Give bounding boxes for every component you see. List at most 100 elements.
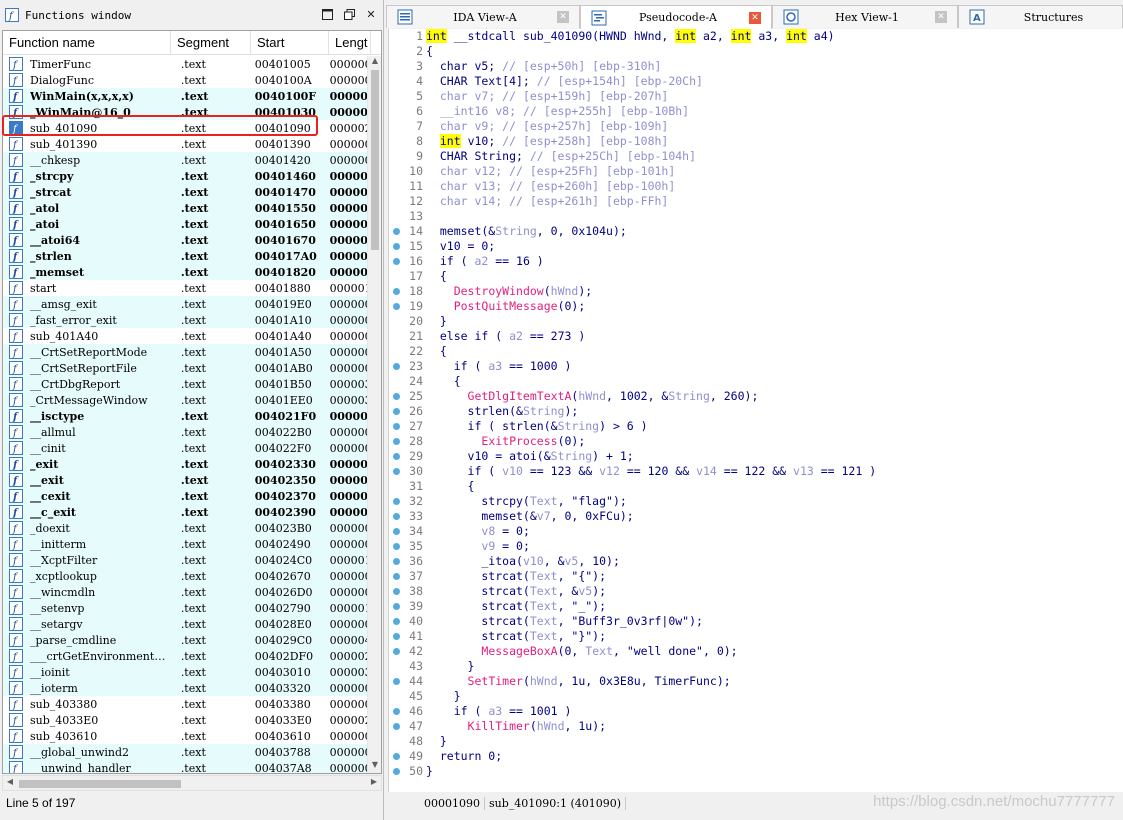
function-row[interactable]: f start .text 00401880 000001 [3, 280, 369, 296]
function-row[interactable]: f __setenvp .text 00402790 000001 [3, 600, 369, 616]
function-row[interactable]: f DialogFunc .text 0040100A 000000 [3, 72, 369, 88]
code-line[interactable]: 17 { [389, 269, 1123, 284]
hscrollbar-thumb[interactable] [19, 780, 181, 788]
breakpoint-dot-icon[interactable] [393, 228, 400, 235]
code-line[interactable]: 16 if ( a2 == 16 ) [389, 254, 1123, 269]
function-row[interactable]: f WinMain(x,x,x,x) .text 0040100F 000000 [3, 88, 369, 104]
function-row[interactable]: f _doexit .text 004023B0 000000 [3, 520, 369, 536]
code-line[interactable]: 8 int v10; // [esp+258h] [ebp-108h] [389, 134, 1123, 149]
function-row[interactable]: f TimerFunc .text 00401005 000000 [3, 56, 369, 72]
breakpoint-dot-icon[interactable] [393, 648, 400, 655]
function-row[interactable]: f __c_exit .text 00402390 000000 [3, 504, 369, 520]
function-row[interactable]: f __allmul .text 004022B0 000000 [3, 424, 369, 440]
code-line[interactable]: 19 PostQuitMessage(0); [389, 299, 1123, 314]
code-line[interactable]: 7 char v9; // [esp+257h] [ebp-109h] [389, 119, 1123, 134]
code-line[interactable]: 23 if ( a3 == 1000 ) [389, 359, 1123, 374]
function-row[interactable]: f _memset .text 00401820 000000 [3, 264, 369, 280]
code-line[interactable]: 12 char v14; // [esp+261h] [ebp-FFh] [389, 194, 1123, 209]
breakpoint-dot-icon[interactable] [393, 573, 400, 580]
code-line[interactable]: 3 char v5; // [esp+50h] [ebp-310h] [389, 59, 1123, 74]
function-row[interactable]: f _parse_cmdline .text 004029C0 000004 [3, 632, 369, 648]
vertical-scrollbar[interactable]: ▲ ▼ [367, 56, 381, 773]
code-line[interactable]: 29 v10 = atoi(&String) + 1; [389, 449, 1123, 464]
code-line[interactable]: 15 v10 = 0; [389, 239, 1123, 254]
code-line[interactable]: 27 if ( strlen(&String) > 6 ) [389, 419, 1123, 434]
column-start[interactable]: Start [251, 31, 329, 55]
function-row[interactable]: f __isctype .text 004021F0 000000 [3, 408, 369, 424]
function-row[interactable]: f ___crtGetEnvironment… .text 00402DF0 00000… [3, 648, 369, 664]
tab-hex-view-1[interactable]: Hex View-1 ✕ [772, 5, 958, 28]
code-line[interactable]: 11 char v13; // [esp+260h] [ebp-100h] [389, 179, 1123, 194]
code-line[interactable]: 6 __int16 v8; // [esp+255h] [ebp-10Bh] [389, 104, 1123, 119]
function-row[interactable]: f _WinMain@16_0 .text 00401030 000000 [3, 104, 369, 120]
function-row[interactable]: f __atoi64 .text 00401670 000000 [3, 232, 369, 248]
breakpoint-dot-icon[interactable] [393, 363, 400, 370]
scroll-down-icon[interactable]: ▼ [368, 760, 381, 773]
code-line[interactable]: 30 if ( v10 == 123 && v12 == 120 && v14 … [389, 464, 1123, 479]
scroll-right-icon[interactable]: ▶ [367, 777, 381, 791]
function-row[interactable]: f _atol .text 00401550 000000 [3, 200, 369, 216]
breakpoint-dot-icon[interactable] [393, 543, 400, 550]
breakpoint-dot-icon[interactable] [393, 453, 400, 460]
function-row[interactable]: f __wincmdln .text 004026D0 000000 [3, 584, 369, 600]
code-line[interactable]: 40 strcat(Text, "Buff3r_0v3rf|0w"); [389, 614, 1123, 629]
restore-icon[interactable] [342, 7, 356, 21]
function-row[interactable]: f sub_403610 .text 00403610 000000 [3, 728, 369, 744]
function-row[interactable]: f _xcptlookup .text 00402670 000000 [3, 568, 369, 584]
code-line[interactable]: 45 } [389, 689, 1123, 704]
function-row[interactable]: f _strcat .text 00401470 000000 [3, 184, 369, 200]
breakpoint-dot-icon[interactable] [393, 618, 400, 625]
function-row[interactable]: f __ioterm .text 00403320 000000 [3, 680, 369, 696]
column-function-name[interactable]: Function name [3, 31, 171, 55]
function-row[interactable]: f _strlen .text 004017A0 000000 [3, 248, 369, 264]
scrollbar-thumb[interactable] [371, 70, 379, 250]
function-row[interactable]: f _exit .text 00402330 000000 [3, 456, 369, 472]
code-line[interactable]: 34 v8 = 0; [389, 524, 1123, 539]
column-length[interactable]: Lengt [329, 31, 371, 55]
breakpoint-dot-icon[interactable] [393, 753, 400, 760]
code-line[interactable]: 43 } [389, 659, 1123, 674]
function-row[interactable]: f __cexit .text 00402370 000000 [3, 488, 369, 504]
breakpoint-dot-icon[interactable] [393, 288, 400, 295]
function-row[interactable]: f __ioinit .text 00403010 000003 [3, 664, 369, 680]
function-row[interactable]: f _CrtMessageWindow .text 00401EE0 000003 [3, 392, 369, 408]
code-line[interactable]: 44 SetTimer(hWnd, 1u, 0x3E8u, TimerFunc)… [389, 674, 1123, 689]
tab-ida-view-a[interactable]: IDA View-A ✕ [386, 5, 580, 28]
code-line[interactable]: 41 strcat(Text, "}"); [389, 629, 1123, 644]
breakpoint-dot-icon[interactable] [393, 678, 400, 685]
tab-pseudocode-a[interactable]: Pseudocode-A ✕ [580, 5, 772, 29]
breakpoint-dot-icon[interactable] [393, 303, 400, 310]
function-row[interactable]: f __unwind_handler .text 004037A8 000000 [3, 760, 369, 773]
close-icon[interactable]: ✕ [935, 11, 947, 23]
close-icon[interactable]: ✕ [749, 11, 761, 24]
column-segment[interactable]: Segment [171, 31, 251, 55]
function-row[interactable]: f __amsg_exit .text 004019E0 000000 [3, 296, 369, 312]
function-row[interactable]: f sub_401090 .text 00401090 000002 [3, 120, 369, 136]
minimize-icon[interactable] [320, 7, 334, 21]
close-icon[interactable]: ✕ [364, 7, 378, 21]
code-line[interactable]: 18 DestroyWindow(hWnd); [389, 284, 1123, 299]
function-row[interactable]: f __CrtSetReportFile .text 00401AB0 000000 [3, 360, 369, 376]
code-line[interactable]: 2{ [389, 44, 1123, 59]
code-line[interactable]: 35 v9 = 0; [389, 539, 1123, 554]
code-line[interactable]: 5 char v7; // [esp+159h] [ebp-207h] [389, 89, 1123, 104]
code-line[interactable]: 33 memset(&v7, 0, 0xFCu); [389, 509, 1123, 524]
code-line[interactable]: 39 strcat(Text, "_"); [389, 599, 1123, 614]
code-line[interactable]: 25 GetDlgItemTextA(hWnd, 1002, &String, … [389, 389, 1123, 404]
function-row[interactable]: f sub_4033E0 .text 004033E0 000002 [3, 712, 369, 728]
breakpoint-dot-icon[interactable] [393, 423, 400, 430]
code-line[interactable]: 46 if ( a3 == 1001 ) [389, 704, 1123, 719]
code-line[interactable]: 49 return 0; [389, 749, 1123, 764]
code-line[interactable]: 36 _itoa(v10, &v5, 10); [389, 554, 1123, 569]
code-line[interactable]: 38 strcat(Text, &v5); [389, 584, 1123, 599]
function-row[interactable]: f __setargv .text 004028E0 000000 [3, 616, 369, 632]
breakpoint-dot-icon[interactable] [393, 408, 400, 415]
scroll-up-icon[interactable]: ▲ [368, 56, 381, 70]
breakpoint-dot-icon[interactable] [393, 588, 400, 595]
breakpoint-dot-icon[interactable] [393, 438, 400, 445]
code-line[interactable]: 10 char v12; // [esp+25Fh] [ebp-101h] [389, 164, 1123, 179]
code-line[interactable]: 13 [389, 209, 1123, 224]
code-line[interactable]: 22 { [389, 344, 1123, 359]
breakpoint-dot-icon[interactable] [393, 258, 400, 265]
breakpoint-dot-icon[interactable] [393, 633, 400, 640]
